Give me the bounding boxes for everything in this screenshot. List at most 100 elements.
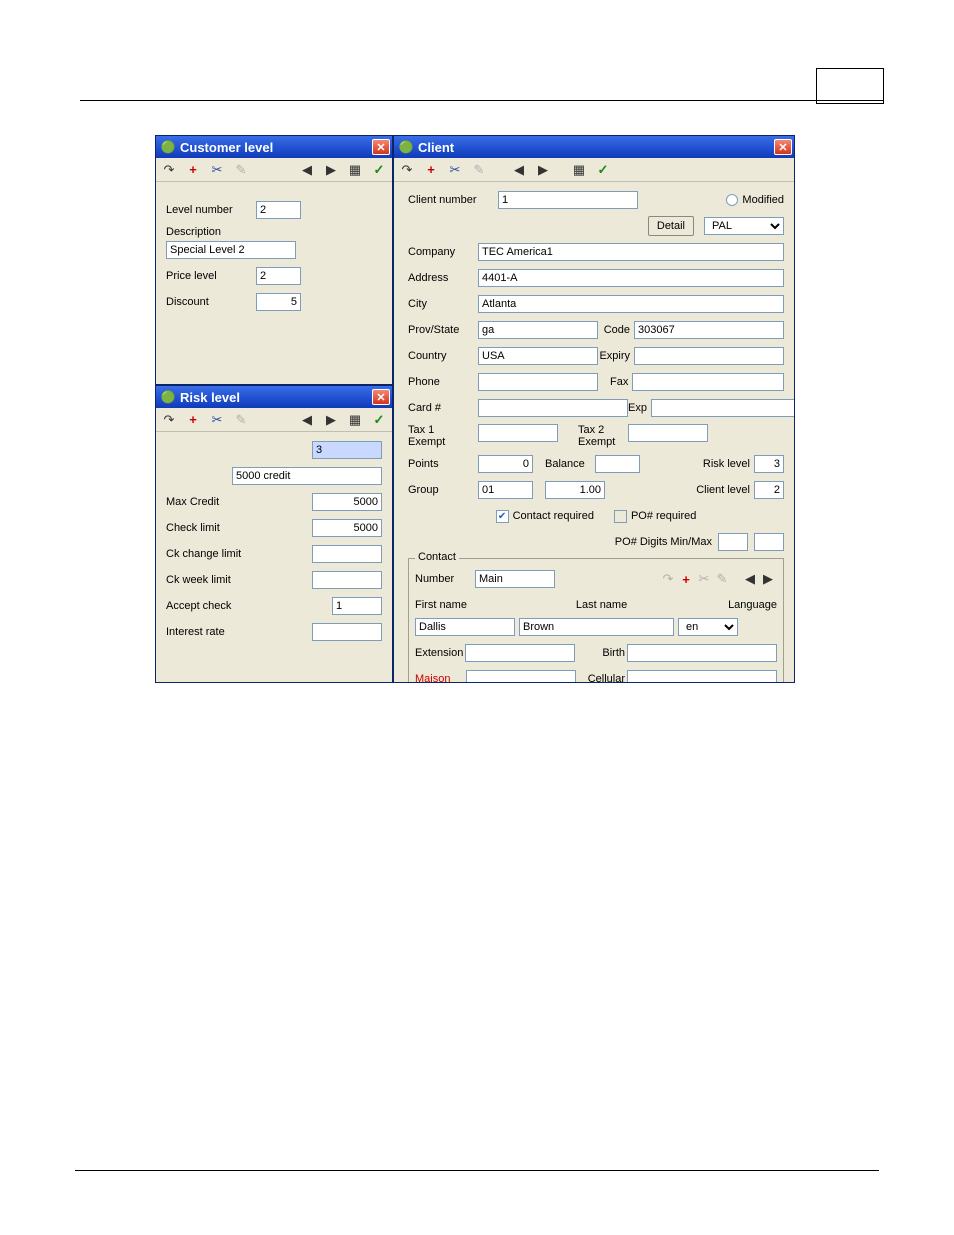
ck-change-limit-input[interactable] xyxy=(312,545,382,563)
brush-icon: ✎ xyxy=(713,570,731,588)
tax1-input[interactable] xyxy=(478,424,558,442)
fax-label: Fax xyxy=(610,376,628,388)
redo-icon[interactable]: ↷ xyxy=(160,161,178,179)
client-titlebar: 🟢 Client ✕ xyxy=(394,136,794,158)
notes-icon[interactable]: ▦ xyxy=(346,411,364,429)
last-name-input[interactable] xyxy=(519,618,674,636)
next-icon[interactable]: ▶ xyxy=(534,161,552,179)
modified-radio[interactable] xyxy=(726,194,738,206)
first-name-input[interactable] xyxy=(415,618,515,636)
points-input[interactable] xyxy=(478,455,533,473)
description-input[interactable] xyxy=(166,241,296,259)
detail-button[interactable]: Detail xyxy=(648,216,694,236)
client-number-input[interactable] xyxy=(498,191,638,209)
country-input[interactable] xyxy=(478,347,598,365)
tax2-label: Tax 2 Exempt xyxy=(578,424,628,448)
client-level-label: Client level xyxy=(696,484,750,496)
level-number-label: Level number xyxy=(166,204,256,216)
interest-rate-input[interactable] xyxy=(312,623,382,641)
risk-level-title: Risk level xyxy=(180,390,372,405)
corner-box xyxy=(816,68,884,104)
card-input[interactable] xyxy=(478,399,628,417)
next-icon[interactable]: ▶ xyxy=(322,161,340,179)
client-level-input[interactable] xyxy=(754,481,784,499)
accept-check-input[interactable] xyxy=(332,597,382,615)
pal-select[interactable]: PAL xyxy=(704,217,784,235)
prev-icon[interactable]: ◀ xyxy=(510,161,528,179)
notes-icon[interactable]: ▦ xyxy=(570,161,588,179)
check-icon[interactable]: ✓ xyxy=(594,161,612,179)
discount-input[interactable] xyxy=(256,293,301,311)
cellular-input[interactable] xyxy=(627,670,777,682)
client-number-label: Client number xyxy=(408,194,498,206)
redo-icon[interactable]: ↷ xyxy=(398,161,416,179)
balance-label: Balance xyxy=(545,458,595,470)
company-input[interactable] xyxy=(478,243,784,261)
po-digits-label: PO# Digits Min/Max xyxy=(615,536,712,548)
cut-icon[interactable]: ✂ xyxy=(208,411,226,429)
risk-level-titlebar: 🟢 Risk level ✕ xyxy=(156,386,392,408)
group-label: Group xyxy=(408,484,478,496)
maison-input[interactable] xyxy=(466,670,576,682)
max-credit-input[interactable] xyxy=(312,493,382,511)
po-max-input[interactable] xyxy=(754,533,784,551)
level-number-input[interactable] xyxy=(256,201,301,219)
group-val-input[interactable] xyxy=(545,481,605,499)
add-icon[interactable]: + xyxy=(184,161,202,179)
balance-input[interactable] xyxy=(595,455,640,473)
check-icon[interactable]: ✓ xyxy=(370,411,388,429)
code-input[interactable] xyxy=(634,321,784,339)
prev-icon[interactable]: ◀ xyxy=(741,570,759,588)
price-level-input[interactable] xyxy=(256,267,301,285)
discount-label: Discount xyxy=(166,296,256,308)
group-input[interactable] xyxy=(478,481,533,499)
tax2-input[interactable] xyxy=(628,424,708,442)
phone-input[interactable] xyxy=(478,373,598,391)
po-min-input[interactable] xyxy=(718,533,748,551)
city-input[interactable] xyxy=(478,295,784,313)
birth-input[interactable] xyxy=(627,644,777,662)
redo-icon[interactable]: ↷ xyxy=(160,411,178,429)
risk-id-input[interactable] xyxy=(312,441,382,459)
risk-desc-input[interactable] xyxy=(232,467,382,485)
cellular-label: Cellular xyxy=(583,673,625,682)
exp-input[interactable] xyxy=(651,399,794,417)
expiry-input[interactable] xyxy=(634,347,784,365)
contact-fieldset: Contact Number ↷ + ✂ ✎ ◀ ▶ First xyxy=(408,558,784,682)
risk-level-input[interactable] xyxy=(754,455,784,473)
fax-input[interactable] xyxy=(632,373,784,391)
notes-icon[interactable]: ▦ xyxy=(346,161,364,179)
add-icon[interactable]: + xyxy=(677,570,695,588)
address-input[interactable] xyxy=(478,269,784,287)
prov-state-input[interactable] xyxy=(478,321,598,339)
cut-icon[interactable]: ✂ xyxy=(208,161,226,179)
address-label: Address xyxy=(408,272,478,284)
client-window: 🟢 Client ✕ ↷ + ✂ ✎ ◀ ▶ ▦ ✓ Client number xyxy=(393,135,795,683)
contact-required-checkbox[interactable]: ✔ xyxy=(496,510,509,523)
app-icon: 🟢 xyxy=(160,389,176,405)
interest-rate-label: Interest rate xyxy=(166,626,286,638)
contact-number-input[interactable] xyxy=(475,570,555,588)
cut-icon[interactable]: ✂ xyxy=(446,161,464,179)
code-label: Code xyxy=(604,324,630,336)
add-icon[interactable]: + xyxy=(422,161,440,179)
next-icon[interactable]: ▶ xyxy=(322,411,340,429)
prev-icon[interactable]: ◀ xyxy=(298,161,316,179)
po-required-checkbox[interactable] xyxy=(614,510,627,523)
close-icon[interactable]: ✕ xyxy=(372,389,390,405)
add-icon[interactable]: + xyxy=(184,411,202,429)
risk-level-toolbar: ↷ + ✂ ✎ ◀ ▶ ▦ ✓ xyxy=(156,408,392,432)
cut-icon: ✂ xyxy=(695,570,713,588)
maison-label: Maison xyxy=(415,673,466,682)
check-icon[interactable]: ✓ xyxy=(370,161,388,179)
next-icon[interactable]: ▶ xyxy=(759,570,777,588)
close-icon[interactable]: ✕ xyxy=(372,139,390,155)
prev-icon[interactable]: ◀ xyxy=(298,411,316,429)
close-icon[interactable]: ✕ xyxy=(774,139,792,155)
check-limit-input[interactable] xyxy=(312,519,382,537)
language-select[interactable]: en xyxy=(678,618,738,636)
exp-label: Exp xyxy=(628,402,647,414)
ck-week-limit-input[interactable] xyxy=(312,571,382,589)
check-limit-label: Check limit xyxy=(166,522,286,534)
extension-input[interactable] xyxy=(465,644,575,662)
